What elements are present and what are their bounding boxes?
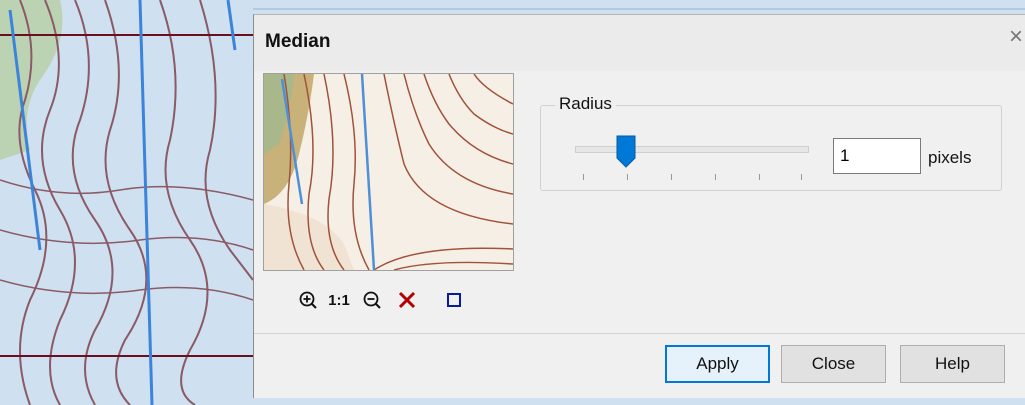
fit-to-window-icon[interactable] bbox=[441, 287, 467, 313]
clear-icon[interactable] bbox=[393, 287, 421, 313]
radius-units-label: pixels bbox=[928, 148, 972, 167]
close-icon[interactable]: × bbox=[1009, 25, 1023, 49]
preview-image[interactable] bbox=[263, 73, 514, 271]
apply-button[interactable]: Apply bbox=[665, 345, 770, 383]
zoom-in-icon[interactable] bbox=[295, 287, 321, 313]
dialog-titlebar[interactable]: Median × bbox=[254, 15, 1025, 71]
button-separator bbox=[254, 333, 1025, 334]
one-to-one-zoom-button[interactable]: 1:1 bbox=[325, 287, 353, 313]
radius-value-field[interactable] bbox=[833, 138, 921, 174]
slider-track bbox=[575, 146, 809, 153]
slider-thumb[interactable] bbox=[615, 134, 637, 168]
slider-tick bbox=[671, 174, 672, 180]
slider-tick bbox=[583, 174, 584, 180]
radius-group-label: Radius bbox=[555, 94, 616, 114]
radius-group: Radius pixels bbox=[540, 94, 1002, 191]
slider-tick bbox=[801, 174, 802, 180]
slider-tick bbox=[759, 174, 760, 180]
zoom-out-icon[interactable] bbox=[359, 287, 385, 313]
dialog-title: Median bbox=[265, 31, 331, 52]
close-button[interactable]: Close bbox=[781, 345, 886, 383]
slider-tick bbox=[715, 174, 716, 180]
help-button[interactable]: Help bbox=[900, 345, 1005, 383]
radius-slider[interactable] bbox=[575, 124, 809, 180]
median-dialog: Median × 1:1 Radius 1 pixels Apply Close… bbox=[253, 14, 1025, 398]
preview-toolbar: 1:1 bbox=[265, 285, 515, 317]
slider-tick bbox=[627, 174, 628, 180]
